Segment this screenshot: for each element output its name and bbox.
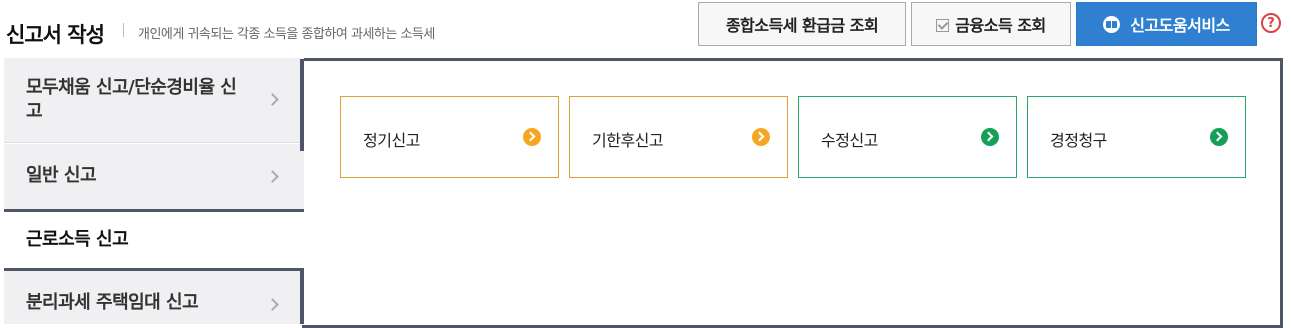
card-label: 정기신고 (363, 131, 420, 150)
sidebar-item-general[interactable]: 일반 신고 (4, 144, 304, 209)
arrow-circle-right-icon (1210, 128, 1228, 146)
finance-income-button[interactable]: 금융소득 조회 (911, 2, 1071, 46)
check-icon (936, 18, 950, 32)
finance-income-label: 금융소득 조회 (955, 16, 1046, 35)
page-header: 신고서 작성 개인에게 귀속되는 각종 소득을 종합하여 과세하는 소득세 종합… (0, 0, 1292, 58)
chevron-right-icon (266, 298, 279, 311)
refund-inquiry-label: 종합소득세 환급금 조회 (725, 16, 879, 35)
card-label: 경정청구 (1050, 131, 1107, 150)
late-filing-card[interactable]: 기한후신고 (569, 96, 788, 178)
sidebar-item-label: 일반 신고 (26, 165, 97, 186)
arrow-circle-right-icon (752, 128, 770, 146)
sidebar-item-label: 분리과세 주택임대 신고 (26, 292, 199, 313)
refund-inquiry-button[interactable]: 종합소득세 환급금 조회 (698, 2, 906, 46)
arrow-circle-right-icon (981, 128, 999, 146)
card-label: 수정신고 (821, 131, 878, 150)
sidebar-rail (300, 59, 304, 151)
amended-filing-card[interactable]: 수정신고 (798, 96, 1017, 178)
sidebar-item-prefilled-simple-expense[interactable]: 모두채움 신고/단순경비율 신고 (4, 58, 304, 143)
sidebar-item-separate-housing-rental[interactable]: 분리과세 주택임대 신고 (4, 271, 304, 324)
book-icon (1103, 15, 1121, 33)
sidebar-item-earned-income[interactable]: 근로소득 신고 (4, 209, 304, 271)
sidebar: 모두채움 신고/단순경비율 신고 일반 신고 근로소득 신고 분리과세 주택임대… (4, 58, 304, 324)
card-label: 기한후신고 (592, 131, 664, 150)
sidebar-item-label: 모두채움 신고/단순경비율 신고 (26, 77, 237, 122)
help-service-button[interactable]: 신고도움서비스 (1076, 2, 1257, 46)
sidebar-rail (300, 271, 304, 324)
question-circle-icon[interactable]: ? (1261, 13, 1281, 33)
sidebar-item-label: 근로소득 신고 (26, 229, 129, 250)
arrow-circle-right-icon (523, 128, 541, 146)
chevron-right-icon (266, 93, 279, 106)
help-service-label: 신고도움서비스 (1130, 16, 1230, 35)
chevron-right-icon (266, 170, 279, 183)
title-divider (123, 23, 124, 37)
page-title: 신고서 작성 (6, 23, 105, 47)
page-description: 개인에게 귀속되는 각종 소득을 종합하여 과세하는 소득세 (138, 27, 435, 42)
regular-filing-card[interactable]: 정기신고 (340, 96, 559, 178)
correction-claim-card[interactable]: 경정청구 (1027, 96, 1246, 178)
